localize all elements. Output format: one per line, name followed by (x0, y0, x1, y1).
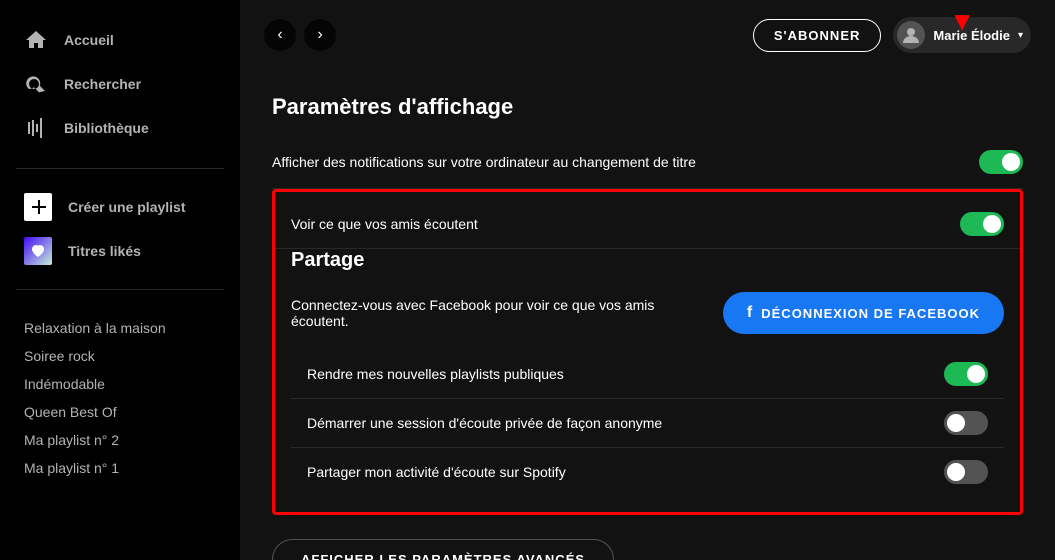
home-icon (24, 28, 48, 52)
avatar (897, 21, 925, 49)
sidebar-item-rechercher[interactable]: Rechercher (16, 64, 224, 104)
voir-amis-label: Voir ce que vos amis écoutent (291, 216, 891, 232)
sidebar-item-creer-playlist[interactable]: Créer une playlist (0, 185, 240, 229)
titres-likes-label: Titres likés (68, 243, 141, 259)
toggle-thumb (967, 365, 985, 383)
back-button[interactable]: ‹ (264, 19, 296, 51)
facebook-disconnect-button[interactable]: f DÉCONNEXION DE FACEBOOK (723, 292, 1004, 334)
playlist-item[interactable]: Indémodable (24, 370, 216, 398)
nouvelles-playlists-row: Rendre mes nouvelles playlists publiques (291, 350, 1004, 399)
voir-amis-row: Voir ce que vos amis écoutent (275, 200, 1020, 249)
playlist-item[interactable]: Ma playlist n° 2 (24, 426, 216, 454)
toggle-thumb (947, 463, 965, 481)
sidebar-item-accueil[interactable]: Accueil (16, 20, 224, 60)
playlist-item[interactable]: Relaxation à la maison (24, 314, 216, 342)
nouvelles-playlists-label: Rendre mes nouvelles playlists publiques (307, 366, 907, 382)
playlist-item[interactable]: Soiree rock (24, 342, 216, 370)
main-content: ▼ ‹ › S'ABONNER Marie Élodie ▾ Paramètre… (240, 0, 1055, 560)
session-privee-row: Démarrer une session d'écoute privée de … (291, 399, 1004, 448)
activite-ecoute-row: Partager mon activité d'écoute sur Spoti… (291, 448, 1004, 496)
sidebar-item-bibliotheque-label: Bibliothèque (64, 120, 149, 136)
sidebar: Accueil Rechercher Bibliothèque (0, 0, 240, 560)
page-title: Paramètres d'affichage (272, 94, 1023, 120)
notifications-label: Afficher des notifications sur votre ord… (272, 154, 872, 170)
sidebar-divider-2 (16, 289, 224, 290)
voir-amis-toggle[interactable] (960, 212, 1004, 236)
playlist-item[interactable]: Ma playlist n° 1 (24, 454, 216, 482)
nouvelles-playlists-toggle[interactable] (944, 362, 988, 386)
subscribe-button[interactable]: S'ABONNER (753, 19, 882, 52)
playlist-item[interactable]: Queen Best Of (24, 398, 216, 426)
facebook-connect-desc: Connectez-vous avec Facebook pour voir c… (291, 297, 691, 329)
toggle-track[interactable] (944, 460, 988, 484)
toggle-track[interactable] (944, 362, 988, 386)
sidebar-item-bibliotheque[interactable]: Bibliothèque (16, 108, 224, 148)
create-playlist-icon-box (24, 193, 52, 221)
playlist-list: Relaxation à la maison Soiree rock Indém… (0, 314, 240, 560)
toggle-thumb (947, 414, 965, 432)
sidebar-item-titres-likes[interactable]: Titres likés (0, 229, 240, 273)
partage-section: Partage Connectez-vous avec Facebook pou… (275, 249, 1020, 504)
library-icon (24, 116, 48, 140)
toggle-thumb (983, 215, 1001, 233)
forward-button[interactable]: › (304, 19, 336, 51)
chevron-down-icon: ▾ (1018, 30, 1023, 41)
arrow-indicator: ▼ (949, 8, 975, 34)
notifications-toggle[interactable] (979, 150, 1023, 174)
search-icon (24, 72, 48, 96)
partage-title: Partage (291, 249, 1004, 272)
notifications-row: Afficher des notifications sur votre ord… (272, 136, 1023, 189)
advanced-settings-button[interactable]: AFFICHER LES PARAMÈTRES AVANCÉS (272, 539, 614, 560)
facebook-icon: f (747, 304, 753, 322)
topbar-right: S'ABONNER Marie Élodie ▾ (753, 17, 1031, 53)
facebook-button-label: DÉCONNEXION DE FACEBOOK (761, 306, 980, 321)
session-privee-toggle[interactable] (944, 411, 988, 435)
settings-content: Paramètres d'affichage Afficher des noti… (240, 70, 1055, 560)
sidebar-navigation: Accueil Rechercher Bibliothèque (0, 20, 240, 152)
nav-arrows: ‹ › (264, 19, 336, 51)
red-outline-section: Voir ce que vos amis écoutent Partage Co… (272, 189, 1023, 515)
sidebar-item-rechercher-label: Rechercher (64, 76, 141, 92)
activite-ecoute-toggle[interactable] (944, 460, 988, 484)
creer-playlist-label: Créer une playlist (68, 199, 186, 215)
titres-likes-icon-box (24, 237, 52, 265)
sidebar-item-accueil-label: Accueil (64, 32, 114, 48)
toggle-track[interactable] (944, 411, 988, 435)
topbar: ▼ ‹ › S'ABONNER Marie Élodie ▾ (240, 0, 1055, 70)
sidebar-divider (16, 168, 224, 169)
activite-ecoute-label: Partager mon activité d'écoute sur Spoti… (307, 464, 907, 480)
facebook-connect-row: Connectez-vous avec Facebook pour voir c… (291, 284, 1004, 350)
toggle-track[interactable] (979, 150, 1023, 174)
toggle-track[interactable] (960, 212, 1004, 236)
toggle-thumb (1002, 153, 1020, 171)
session-privee-label: Démarrer une session d'écoute privée de … (307, 415, 907, 431)
